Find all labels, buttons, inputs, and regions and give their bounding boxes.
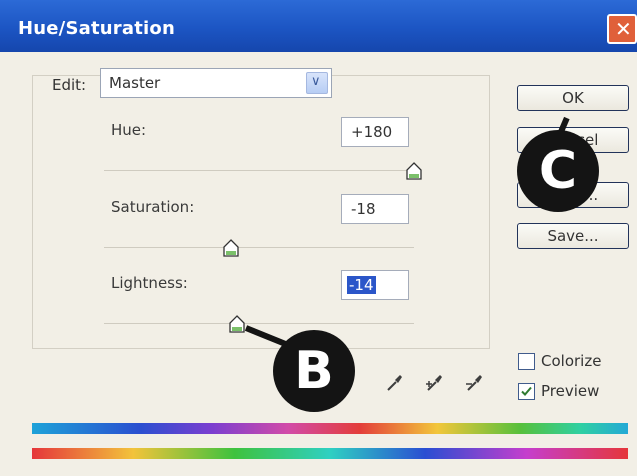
checkmark-icon (521, 386, 532, 396)
colorize-label: Colorize (541, 352, 602, 370)
callout-b: B (273, 330, 355, 412)
eyedropper-icon[interactable] (384, 372, 406, 394)
saturation-slider-track[interactable] (104, 247, 414, 248)
edit-dropdown[interactable]: Master ∨ (100, 68, 332, 98)
edit-label: Edit: (48, 76, 91, 94)
lightness-slider-track[interactable] (104, 323, 414, 324)
eyedropper-plus-icon[interactable] (424, 372, 446, 394)
save-button[interactable]: Save... (517, 223, 629, 249)
lightness-label: Lightness: (111, 274, 188, 292)
hue-label: Hue: (111, 121, 147, 139)
eyedropper-minus-icon[interactable] (464, 372, 486, 394)
ok-button[interactable]: OK (517, 85, 629, 111)
window-title: Hue/Saturation (18, 18, 175, 39)
hue-input[interactable]: +180 (341, 117, 409, 147)
lightness-input[interactable]: -14 (341, 270, 409, 300)
colorize-checkbox[interactable] (518, 353, 535, 370)
close-button[interactable]: ✕ (607, 14, 637, 44)
dropdown-arrow-button[interactable]: ∨ (306, 72, 328, 94)
preview-checkbox[interactable] (518, 383, 535, 400)
input-color-bar (32, 448, 628, 459)
adjusted-color-bar (32, 423, 628, 434)
close-icon: ✕ (615, 17, 632, 41)
edit-dropdown-value: Master (109, 74, 161, 92)
saturation-input[interactable]: -18 (341, 194, 409, 224)
adjustment-group (32, 75, 490, 349)
preview-label: Preview (541, 382, 600, 400)
lightness-slider-thumb[interactable] (229, 315, 245, 333)
chevron-down-icon: ∨ (311, 74, 321, 89)
callout-c: C (517, 130, 599, 212)
hue-slider-thumb[interactable] (406, 162, 422, 180)
title-bar: Hue/Saturation ✕ (0, 0, 637, 52)
hue-saturation-dialog: Hue/Saturation ✕ Edit: Master ∨ Hue: +18… (0, 0, 637, 476)
hue-slider-track[interactable] (104, 170, 414, 171)
saturation-label: Saturation: (111, 198, 195, 216)
saturation-slider-thumb[interactable] (223, 239, 239, 257)
